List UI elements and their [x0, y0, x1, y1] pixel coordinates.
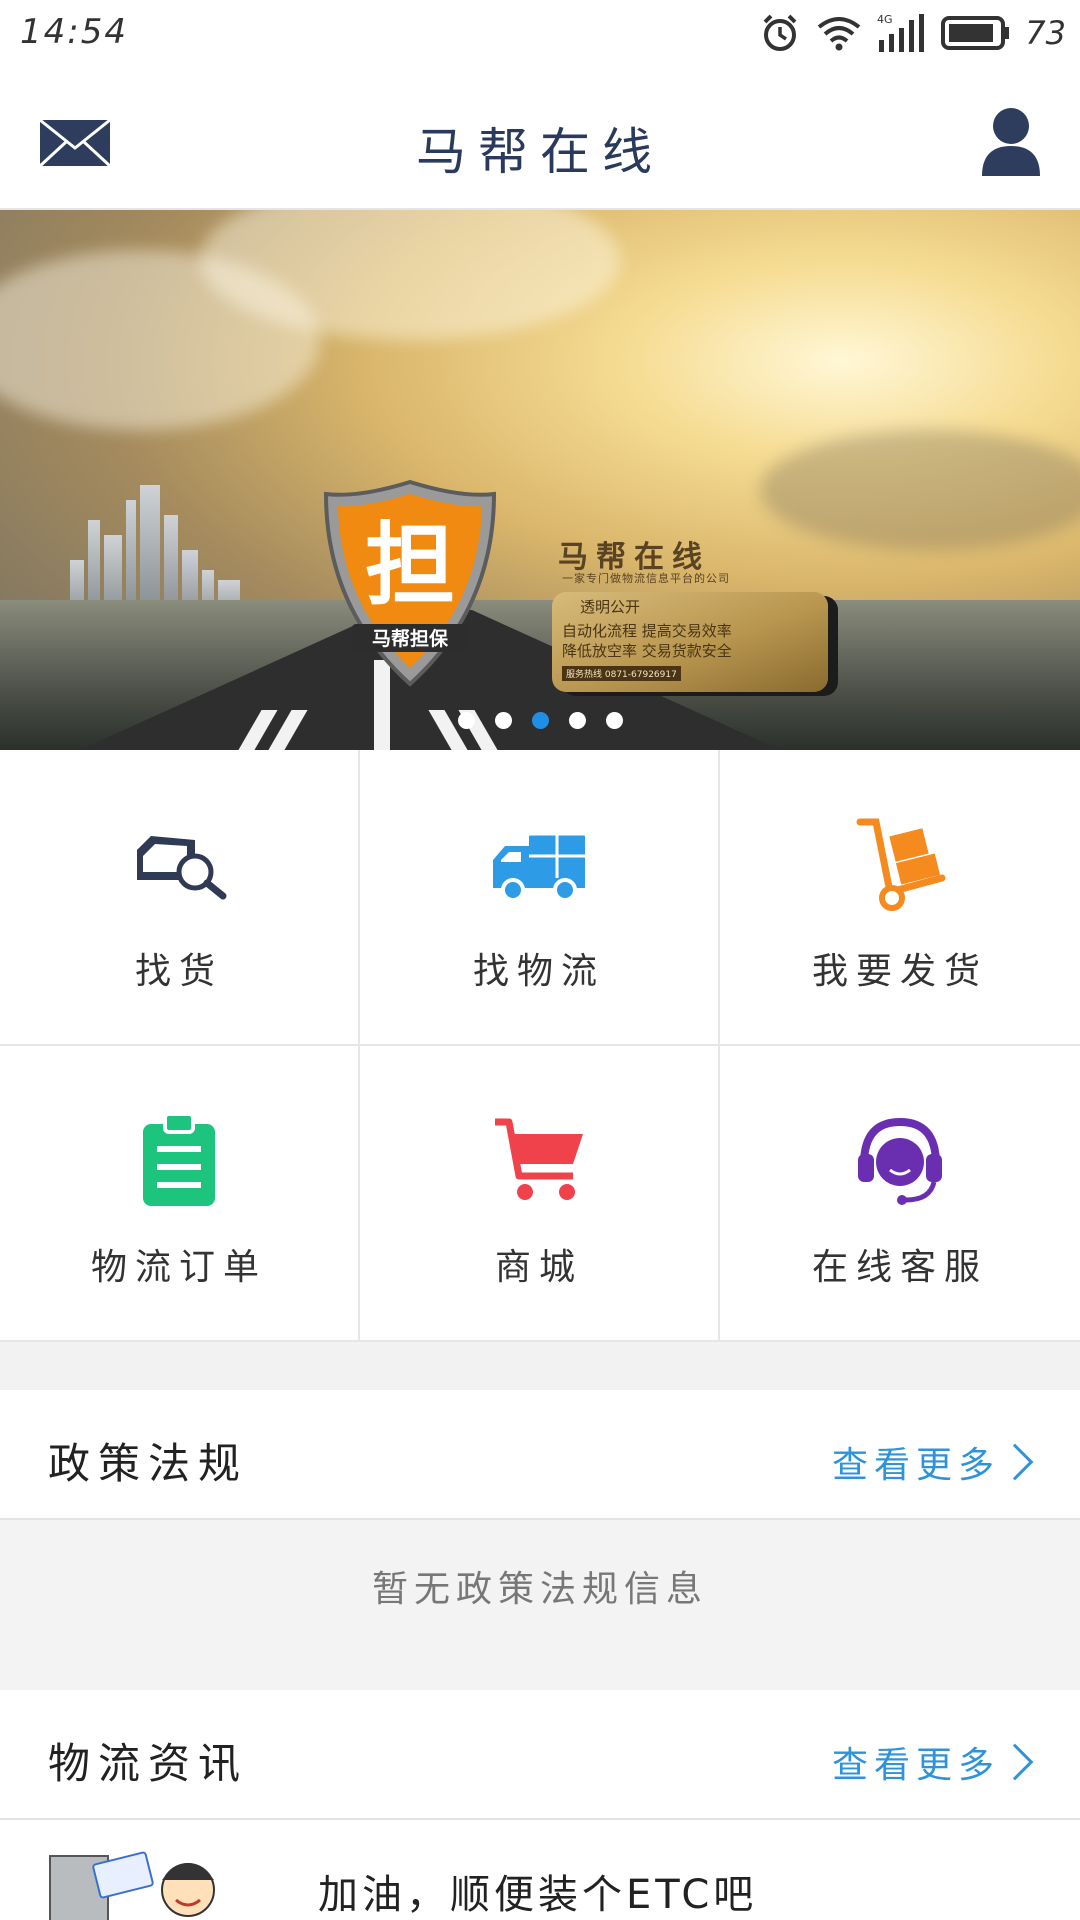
grid-item-find-cargo[interactable]: 找货 — [0, 750, 360, 1046]
grid-label: 找物流 — [472, 951, 605, 992]
news-item-title: 加油，顺便装个ETC吧 — [318, 1872, 758, 1918]
policy-empty-text: 暂无政策法规信息 — [371, 1569, 708, 1610]
card-line-1: 自动化流程 提高交易效率 — [562, 622, 732, 640]
policy-more-link[interactable]: 查看更多 — [831, 1436, 1034, 1488]
banner-dot[interactable] — [494, 712, 512, 729]
guarantee-shield-logo: 担 马帮担保 — [323, 479, 497, 687]
find-cargo-icon — [137, 836, 227, 900]
banner-dot[interactable] — [568, 712, 586, 729]
grid-item-find-logistics[interactable]: 找物流 — [360, 750, 720, 1046]
card-line-2: 降低放空率 交易货款安全 — [562, 642, 732, 660]
news-section-header: 物流资讯 查看更多 — [0, 1690, 1080, 1820]
feature-grid: 找货 找物流 我要发货 物流订单 商城 在线客服 — [0, 750, 1080, 1342]
grid-label: 找货 — [134, 951, 223, 992]
card-hotline: 服务热线 0871-67926917 — [562, 666, 681, 681]
news-list-item[interactable]: 加油，顺便装个ETC吧 — [0, 1822, 1080, 1920]
headset-icon — [858, 1117, 942, 1205]
promo-banner[interactable]: 担 马帮担保 马帮在线 一家专门做物流信息平台的公司 透明公开 自动化流程 提高… — [0, 210, 1080, 750]
alarm-icon — [763, 14, 797, 51]
chevron-right-icon — [996, 1443, 1034, 1481]
status-icons: 4G 73 — [759, 10, 1066, 56]
policy-more-label: 查看更多 — [831, 1445, 1000, 1486]
battery-percent: 73 — [1025, 14, 1066, 52]
app-header: 马帮在线 — [0, 66, 1080, 210]
shield-caption: 马帮担保 — [372, 627, 449, 650]
battery-icon — [941, 16, 1010, 50]
wifi-icon — [818, 17, 861, 51]
banner-dot[interactable] — [457, 712, 475, 729]
grid-label: 商城 — [494, 1247, 583, 1288]
page-title: 马帮在线 — [416, 123, 664, 181]
banner-subtitle: 一家专门做物流信息平台的公司 — [562, 572, 730, 585]
policy-section-header: 政策法规 查看更多 — [0, 1390, 1080, 1520]
news-thumbnail — [49, 1851, 215, 1920]
status-time: 14:54 — [20, 12, 128, 52]
news-more-link[interactable]: 查看更多 — [831, 1736, 1034, 1788]
user-icon[interactable] — [980, 106, 1042, 176]
banner-dot[interactable] — [605, 712, 623, 729]
news-title: 物流资讯 — [48, 1739, 249, 1788]
card-title: 透明公开 — [580, 598, 641, 616]
news-more-label: 查看更多 — [831, 1745, 1000, 1786]
grid-label: 物流订单 — [90, 1247, 267, 1288]
signal-icon: 4G — [877, 13, 925, 52]
shield-char: 担 — [365, 513, 455, 618]
shopping-cart-icon — [495, 1118, 583, 1200]
section-divider — [0, 1342, 1080, 1390]
status-bar: 14:54 4G 73 — [0, 0, 1080, 66]
hand-truck-icon — [856, 818, 946, 911]
banner-gold-card: 透明公开 自动化流程 提高交易效率 降低放空率 交易货款安全 服务热线 0871… — [552, 592, 828, 692]
grid-label: 我要发货 — [811, 951, 988, 992]
grid-item-customer-service[interactable]: 在线客服 — [720, 1046, 1080, 1342]
banner-pagination — [0, 712, 1080, 729]
policy-title: 政策法规 — [48, 1439, 249, 1488]
network-type-label: 4G — [877, 13, 893, 26]
policy-empty-state: 暂无政策法规信息 — [0, 1520, 1080, 1690]
grid-item-orders[interactable]: 物流订单 — [0, 1046, 360, 1342]
chevron-right-icon — [996, 1743, 1034, 1781]
grid-label: 在线客服 — [811, 1247, 988, 1288]
grid-item-mall[interactable]: 商城 — [360, 1046, 720, 1342]
banner-dot-active[interactable] — [531, 712, 549, 729]
truck-icon — [493, 832, 585, 902]
clipboard-icon — [143, 1112, 215, 1206]
grid-item-ship-cargo[interactable]: 我要发货 — [720, 750, 1080, 1046]
